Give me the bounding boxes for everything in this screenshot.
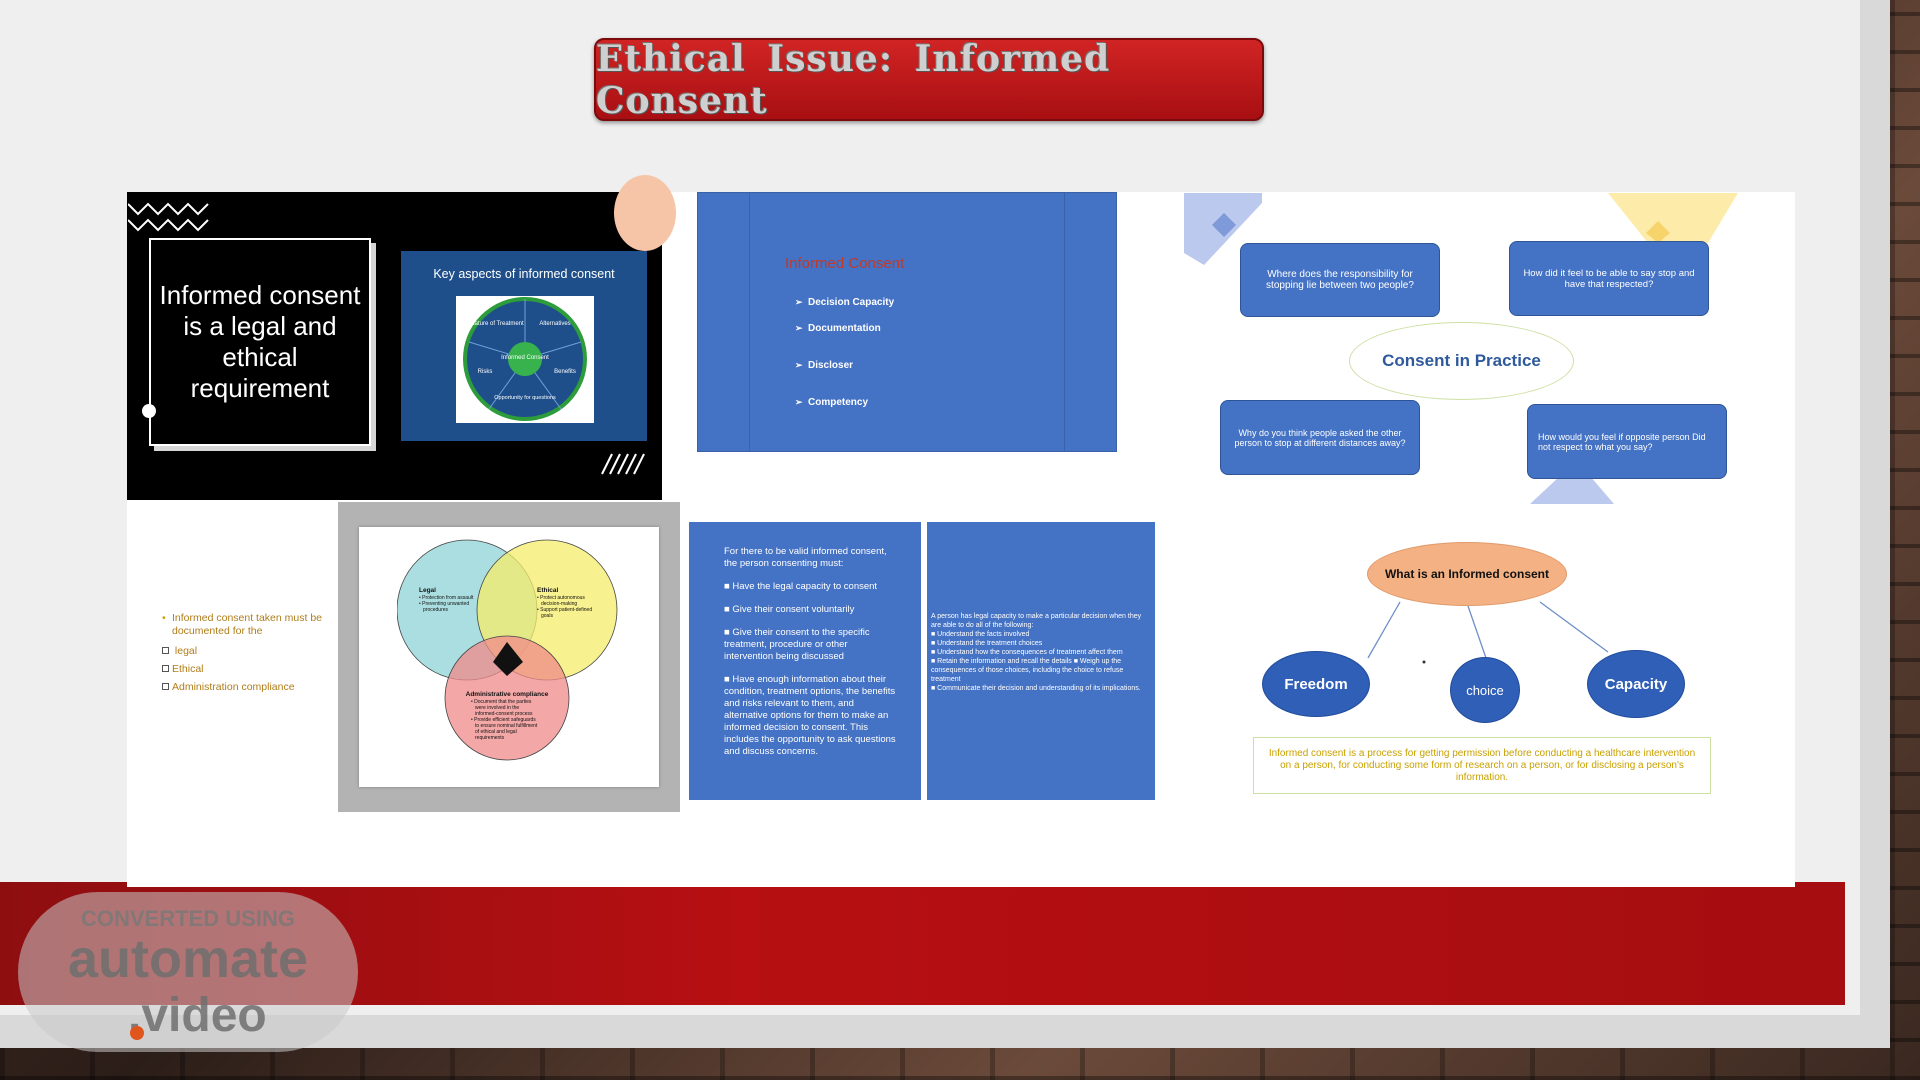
valid-consent-intro: For there to be valid informed consent, …	[724, 546, 887, 569]
capacity-item: ■ Understand the treatment choices	[931, 640, 1043, 647]
divider-line	[1064, 192, 1065, 452]
bullet-lead: Informed consent taken must be documente…	[172, 612, 322, 637]
freedom-oval: Freedom	[1262, 651, 1370, 717]
what-is-label: What is an Informed consent	[1384, 566, 1549, 581]
definition-box: Informed consent is a process for gettin…	[1253, 737, 1711, 794]
peach-circle-decoration	[614, 175, 676, 251]
wheel-segment-2: Benefits	[554, 369, 576, 375]
blue-triangle-decoration	[1530, 476, 1614, 504]
venn-legal-title: Legal	[419, 587, 436, 594]
informed-consent-wheel: Informed Consent Nature of Treatment Alt…	[463, 297, 587, 421]
slashes-decoration	[601, 453, 645, 475]
consent-in-practice-ellipse: Consent in Practice	[1349, 322, 1574, 400]
choice-oval: choice	[1450, 657, 1520, 723]
slide-title: Ethical Issue: Informed Consent	[596, 37, 1111, 122]
title-banner: Ethical Issue: Informed Consent	[594, 37, 1264, 122]
definition-text: Informed consent is a process for gettin…	[1268, 747, 1696, 783]
valid-consent-item: ■ Give their consent to the specific tre…	[724, 627, 870, 662]
blue-slide-item: Discloser	[795, 360, 853, 371]
wheel-segment-3: Opportunity for questions	[494, 395, 556, 401]
informed-consent-blue-slide	[697, 192, 1117, 452]
venn-admin-point: requirements	[475, 735, 505, 741]
bullet-item: Ethical	[162, 663, 204, 676]
yellow-triangle-decoration	[1608, 193, 1738, 243]
watermark-logo-suffix: .video	[128, 989, 267, 1042]
capacity-text: A person has legal capacity to make a pa…	[931, 612, 1153, 693]
blue-slide-item: Documentation	[795, 323, 881, 334]
venn-ethical-point: goals	[541, 613, 553, 619]
practice-question-1: Where does the responsibility for stoppi…	[1240, 243, 1440, 317]
watermark-dot-icon	[130, 1026, 144, 1040]
statement-box: Informed consent is a legal and ethical …	[149, 238, 371, 446]
wheel-segment-1: Alternatives	[539, 321, 570, 327]
divider-line	[749, 192, 750, 452]
wheel-segment-4: Risks	[478, 369, 493, 375]
bullet-item: legal	[162, 645, 197, 658]
bullet-item: Administration compliance	[162, 681, 295, 694]
venn-diagram: Legal • Protection from assault • Preven…	[397, 539, 618, 761]
blue-slide-heading: Informed Consent	[785, 255, 905, 272]
bullet-dot-icon: •	[162, 612, 166, 624]
venn-legal-point: procedures	[423, 607, 449, 613]
capacity-oval: Capacity	[1587, 650, 1685, 718]
valid-consent-text: For there to be valid informed consent, …	[724, 546, 896, 769]
capacity-item: ■ Understand how the consequences of tre…	[931, 649, 1123, 656]
practice-question-2: How did it feel to be able to say stop a…	[1509, 241, 1709, 316]
watermark-logo: automate	[67, 929, 309, 989]
capacity-item: ■ Communicate their decision and underst…	[931, 685, 1141, 692]
capacity-item: ■ Retain the information and recall the …	[931, 658, 1124, 683]
what-is-informed-consent-oval: What is an Informed consent	[1367, 542, 1567, 606]
valid-consent-item: ■ Have the legal capacity to consent	[724, 581, 878, 592]
wheel-segment-0: Nature of Treatment	[470, 321, 524, 327]
wheel-center-label: Informed Consent	[501, 355, 549, 361]
valid-consent-item: ■ Have enough information about their co…	[724, 674, 896, 757]
practice-question-4: How would you feel if opposite person Di…	[1527, 404, 1727, 479]
zigzag-decoration	[128, 202, 209, 232]
blue-slide-item: Competency	[795, 397, 868, 408]
capacity-item: ■ Understand the facts involved	[931, 631, 1030, 638]
checkbox-icon	[162, 665, 169, 672]
consent-in-practice-label: Consent in Practice	[1382, 351, 1541, 370]
key-aspects-title: Key aspects of informed consent	[433, 267, 615, 281]
venn-ethical-title: Ethical	[537, 587, 559, 594]
practice-question-3: Why do you think people asked the other …	[1220, 400, 1420, 475]
venn-admin-title: Administrative compliance	[466, 691, 549, 698]
statement-text: Informed consent is a legal and ethical …	[159, 280, 361, 403]
blue-slide-item: Decision Capacity	[795, 297, 894, 308]
checkbox-icon	[162, 683, 169, 690]
valid-consent-item: ■ Give their consent voluntarily	[724, 604, 855, 615]
capacity-intro: A person has legal capacity to make a pa…	[931, 613, 1142, 629]
checkbox-icon	[162, 647, 169, 654]
documentation-bullets: • Informed consent taken must be documen…	[162, 612, 332, 693]
white-dot-decoration	[142, 404, 156, 418]
